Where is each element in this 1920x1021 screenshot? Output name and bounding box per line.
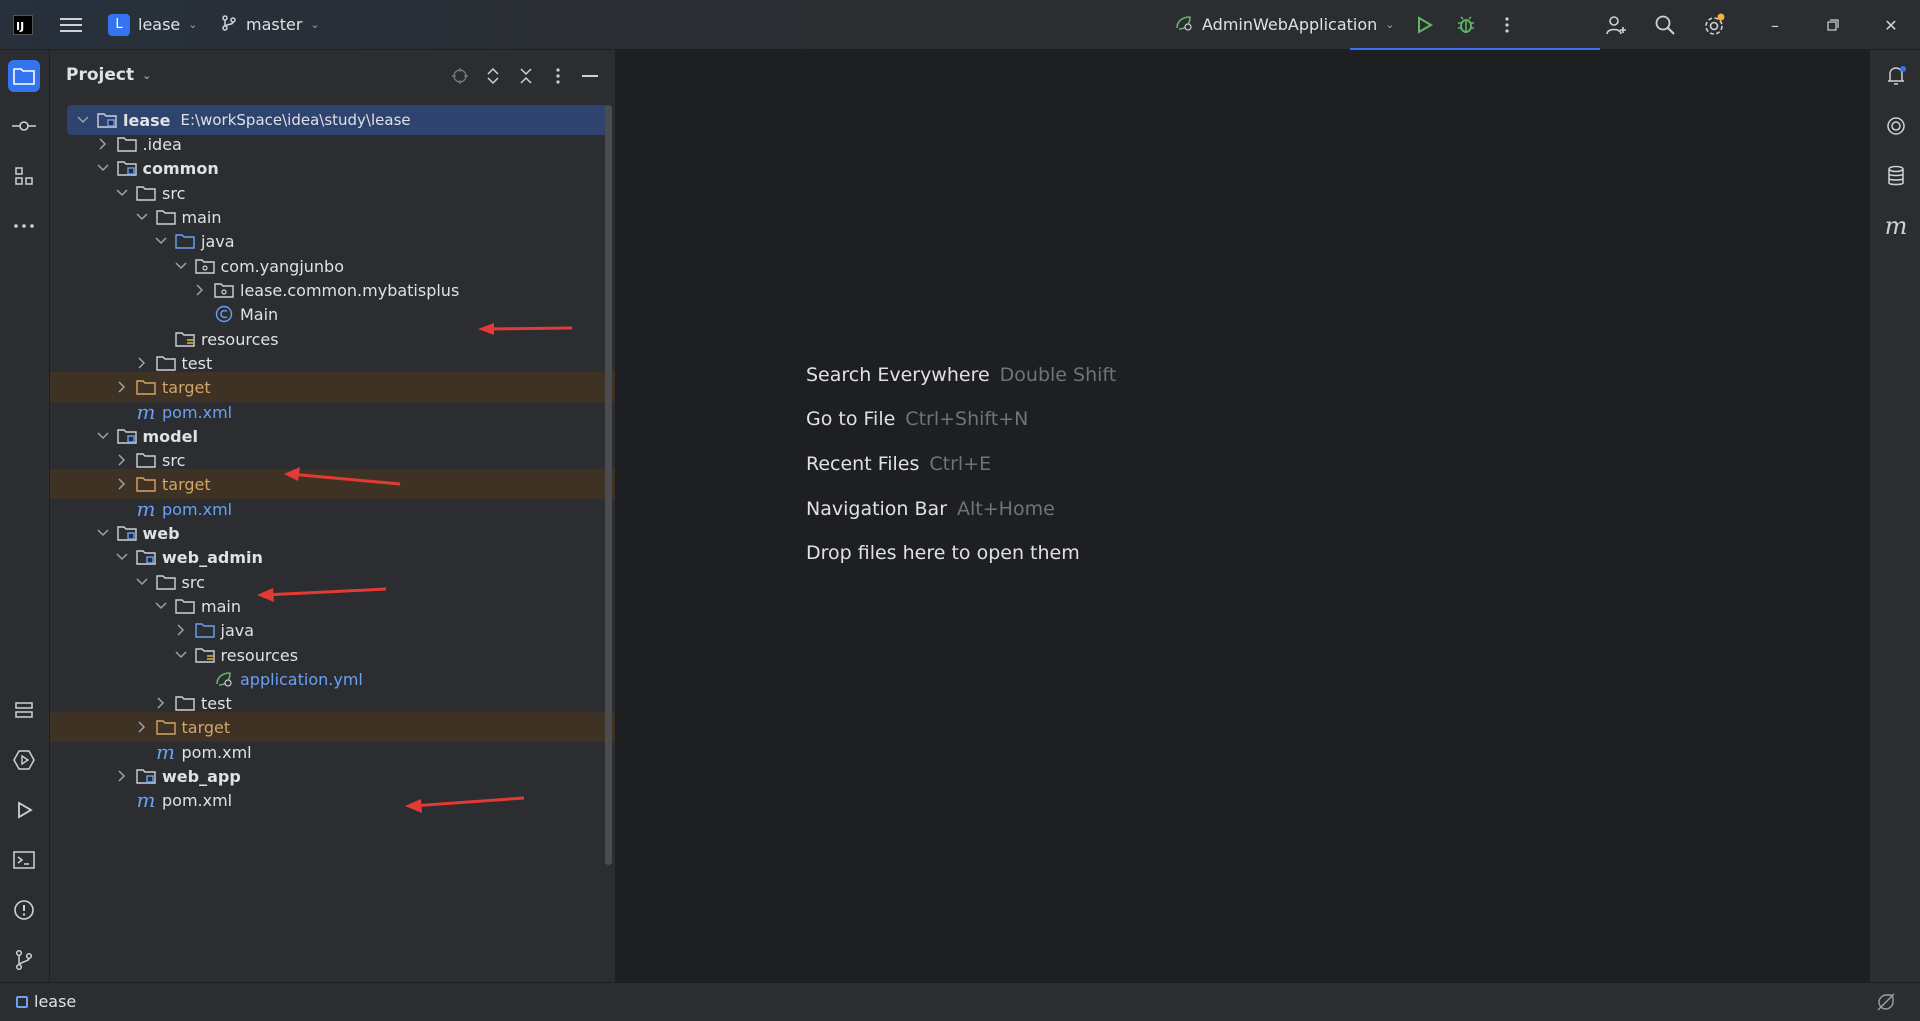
app-logo-icon[interactable]: IJ <box>13 0 33 49</box>
project-name: lease <box>138 15 181 34</box>
close-icon[interactable]: ✕ <box>1876 10 1906 40</box>
run-icon[interactable] <box>1411 12 1437 38</box>
power-save-icon[interactable] <box>1876 992 1896 1016</box>
annotation-arrows <box>257 323 573 813</box>
problems-tool-icon[interactable] <box>8 894 40 926</box>
status-bar: lease <box>0 982 1920 1021</box>
project-panel: Project ⌄ lease E:\workSpace\idea\study\l… <box>50 50 616 982</box>
run-dashboard-icon[interactable] <box>8 744 40 776</box>
terminal-tool-icon[interactable] <box>8 844 40 876</box>
run-config-selector[interactable]: AdminWebApplication ⌄ <box>1174 0 1395 49</box>
chevron-down-icon: ⌄ <box>188 18 198 31</box>
editor-empty-area[interactable]: Search Everywhere Double Shift Go to File… <box>616 50 1868 982</box>
right-tool-strip: m <box>1869 50 1920 982</box>
module-icon <box>16 995 28 1008</box>
chevron-down-icon: ⌄ <box>1385 18 1395 31</box>
commit-tool-icon[interactable] <box>8 110 40 142</box>
structure-tool-icon[interactable] <box>8 160 40 192</box>
status-project-name: lease <box>34 992 77 1011</box>
status-project[interactable]: lease <box>16 992 76 1011</box>
minimize-icon[interactable]: – <box>1760 10 1790 40</box>
main-menu-icon[interactable] <box>60 0 82 49</box>
title-bar: IJ L lease ⌄ master ⌄ AdminWebApplicatio… <box>0 0 1920 50</box>
search-icon[interactable] <box>1652 12 1678 38</box>
debug-icon[interactable] <box>1453 12 1479 38</box>
branch-name: master <box>246 15 303 34</box>
run-tool-icon[interactable] <box>8 794 40 826</box>
ai-assistant-icon[interactable] <box>1880 110 1912 142</box>
hint-search-everywhere: Search Everywhere Double Shift <box>806 364 1117 386</box>
add-user-icon[interactable] <box>1603 12 1629 38</box>
database-icon[interactable] <box>1880 160 1912 192</box>
left-tool-strip <box>0 50 50 982</box>
spring-run-icon <box>1174 14 1194 36</box>
project-badge: L <box>108 13 130 36</box>
hint-drop-files: Drop files here to open them <box>806 542 1080 564</box>
git-tool-icon[interactable] <box>8 944 40 976</box>
more-tools-icon[interactable] <box>8 210 40 242</box>
branch-icon <box>220 14 238 36</box>
services-tool-icon[interactable] <box>8 694 40 726</box>
hint-go-to-file: Go to File Ctrl+Shift+N <box>806 408 1029 430</box>
maven-icon[interactable]: m <box>1880 210 1912 242</box>
branch-selector[interactable]: master ⌄ <box>220 0 320 49</box>
project-selector[interactable]: L lease ⌄ <box>108 0 198 49</box>
restore-icon[interactable] <box>1818 10 1848 40</box>
settings-icon[interactable] <box>1701 12 1727 38</box>
run-config-name: AdminWebApplication <box>1202 15 1378 34</box>
notifications-icon[interactable] <box>1880 60 1912 92</box>
project-tool-icon[interactable] <box>8 60 40 92</box>
hint-recent-files: Recent Files Ctrl+E <box>806 453 992 475</box>
hint-navigation-bar: Navigation Bar Alt+Home <box>806 498 1055 520</box>
chevron-down-icon: ⌄ <box>310 18 320 31</box>
more-icon[interactable] <box>1494 12 1520 38</box>
